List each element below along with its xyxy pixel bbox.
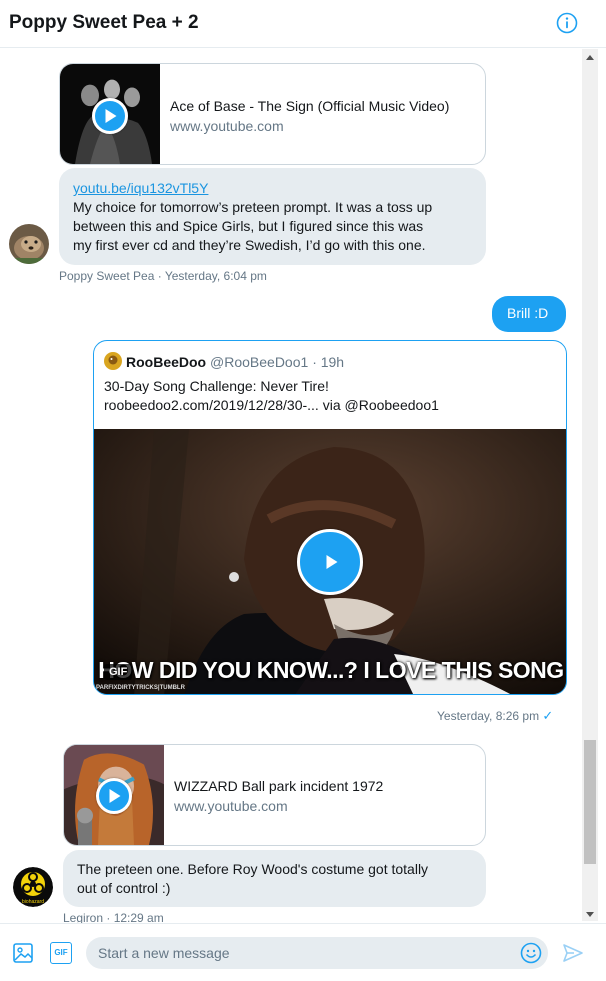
message-meta: Yesterday, 8:26 pm ✓ bbox=[437, 708, 553, 724]
image-icon[interactable] bbox=[12, 942, 34, 964]
message-line: my first ever cd and they’re Swedish, I’… bbox=[73, 237, 426, 253]
avatar-poppy[interactable] bbox=[9, 224, 49, 264]
conversation-header: Poppy Sweet Pea + 2 bbox=[0, 0, 606, 48]
scrollbar-thumb[interactable] bbox=[584, 740, 596, 864]
gif-watermark: PARFIXDIRTYTRICKS|TUMBLR bbox=[96, 685, 185, 691]
tweet-header: RooBeeDoo @RooBeeDoo1 · 19h bbox=[104, 352, 344, 370]
gif-caption: HOW DID YOU KNOW...? I LOVE THIS SONG bbox=[98, 657, 564, 683]
gif-icon[interactable]: GIF bbox=[50, 942, 72, 964]
card-title: WIZZARD Ball park incident 1972 bbox=[174, 778, 384, 794]
message-composer: GIF bbox=[0, 923, 606, 981]
link-card-ace-of-base[interactable]: Ace of Base - The Sign (Official Music V… bbox=[59, 63, 486, 165]
send-icon[interactable] bbox=[562, 942, 584, 964]
message-input[interactable] bbox=[86, 937, 548, 969]
message-meta: Legiron · 12:29 am bbox=[63, 911, 164, 923]
play-icon[interactable] bbox=[92, 98, 128, 134]
embedded-tweet[interactable]: RooBeeDoo @RooBeeDoo1 · 19h 30-Day Song … bbox=[93, 340, 567, 695]
tweet-avatar-icon[interactable] bbox=[104, 352, 122, 370]
scroll-down-arrow-icon[interactable] bbox=[586, 912, 594, 917]
conversation-title: Poppy Sweet Pea + 2 bbox=[9, 12, 199, 33]
card-title: Ace of Base - The Sign (Official Music V… bbox=[170, 98, 450, 114]
thread-scrollbar[interactable] bbox=[582, 49, 598, 921]
read-check-icon: ✓ bbox=[542, 708, 554, 723]
message-meta: Poppy Sweet Pea · Yesterday, 6:04 pm bbox=[59, 269, 267, 283]
gif-icon-label: GIF bbox=[54, 948, 68, 957]
link-card-wizzard[interactable]: WIZZARD Ball park incident 1972 www.yout… bbox=[63, 744, 486, 846]
tweet-text-line: 30-Day Song Challenge: Never Tire! bbox=[104, 378, 329, 394]
card-url: www.youtube.com bbox=[170, 118, 284, 134]
message-line: The preteen one. Before Roy Wood's costu… bbox=[77, 861, 429, 877]
outgoing-bubble: Brill :D bbox=[492, 296, 566, 332]
tweet-text-line: roobeedoo2.com/2019/12/28/30-... via @Ro… bbox=[104, 397, 439, 413]
message-line: My choice for tomorrow’s preteen prompt.… bbox=[73, 199, 433, 215]
tweet-time: · 19h bbox=[312, 354, 345, 370]
tweet-text: 30-Day Song Challenge: Never Tire! roobe… bbox=[104, 377, 439, 415]
tweet-author-handle[interactable]: @RooBeeDoo1 bbox=[210, 354, 308, 370]
avatar-text: biohazard bbox=[22, 899, 44, 905]
message-thread[interactable]: Ace of Base - The Sign (Official Music V… bbox=[0, 49, 606, 923]
tweet-gif-media[interactable]: HOW DID YOU KNOW...? I LOVE THIS SONG GI… bbox=[94, 429, 566, 694]
gif-badge: GIF bbox=[104, 664, 133, 680]
avatar-legiron[interactable]: biohazard bbox=[13, 867, 53, 907]
scroll-up-arrow-icon[interactable] bbox=[586, 55, 594, 60]
tweet-author-name[interactable]: RooBeeDoo bbox=[126, 354, 206, 370]
message-link[interactable]: youtu.be/iqu132vTl5Y bbox=[73, 180, 208, 196]
card-url: www.youtube.com bbox=[174, 798, 288, 814]
play-icon[interactable] bbox=[297, 529, 363, 595]
play-icon[interactable] bbox=[96, 778, 132, 814]
message-bubble: The preteen one. Before Roy Wood's costu… bbox=[63, 850, 486, 907]
message-line: between this and Spice Girls, but I figu… bbox=[73, 218, 424, 234]
message-time: Yesterday, 8:26 pm bbox=[437, 709, 540, 723]
info-icon[interactable] bbox=[556, 12, 578, 34]
message-line: out of control :) bbox=[77, 880, 171, 896]
message-bubble: youtu.be/iqu132vTl5Y My choice for tomor… bbox=[59, 168, 486, 265]
emoji-icon[interactable] bbox=[520, 942, 542, 964]
